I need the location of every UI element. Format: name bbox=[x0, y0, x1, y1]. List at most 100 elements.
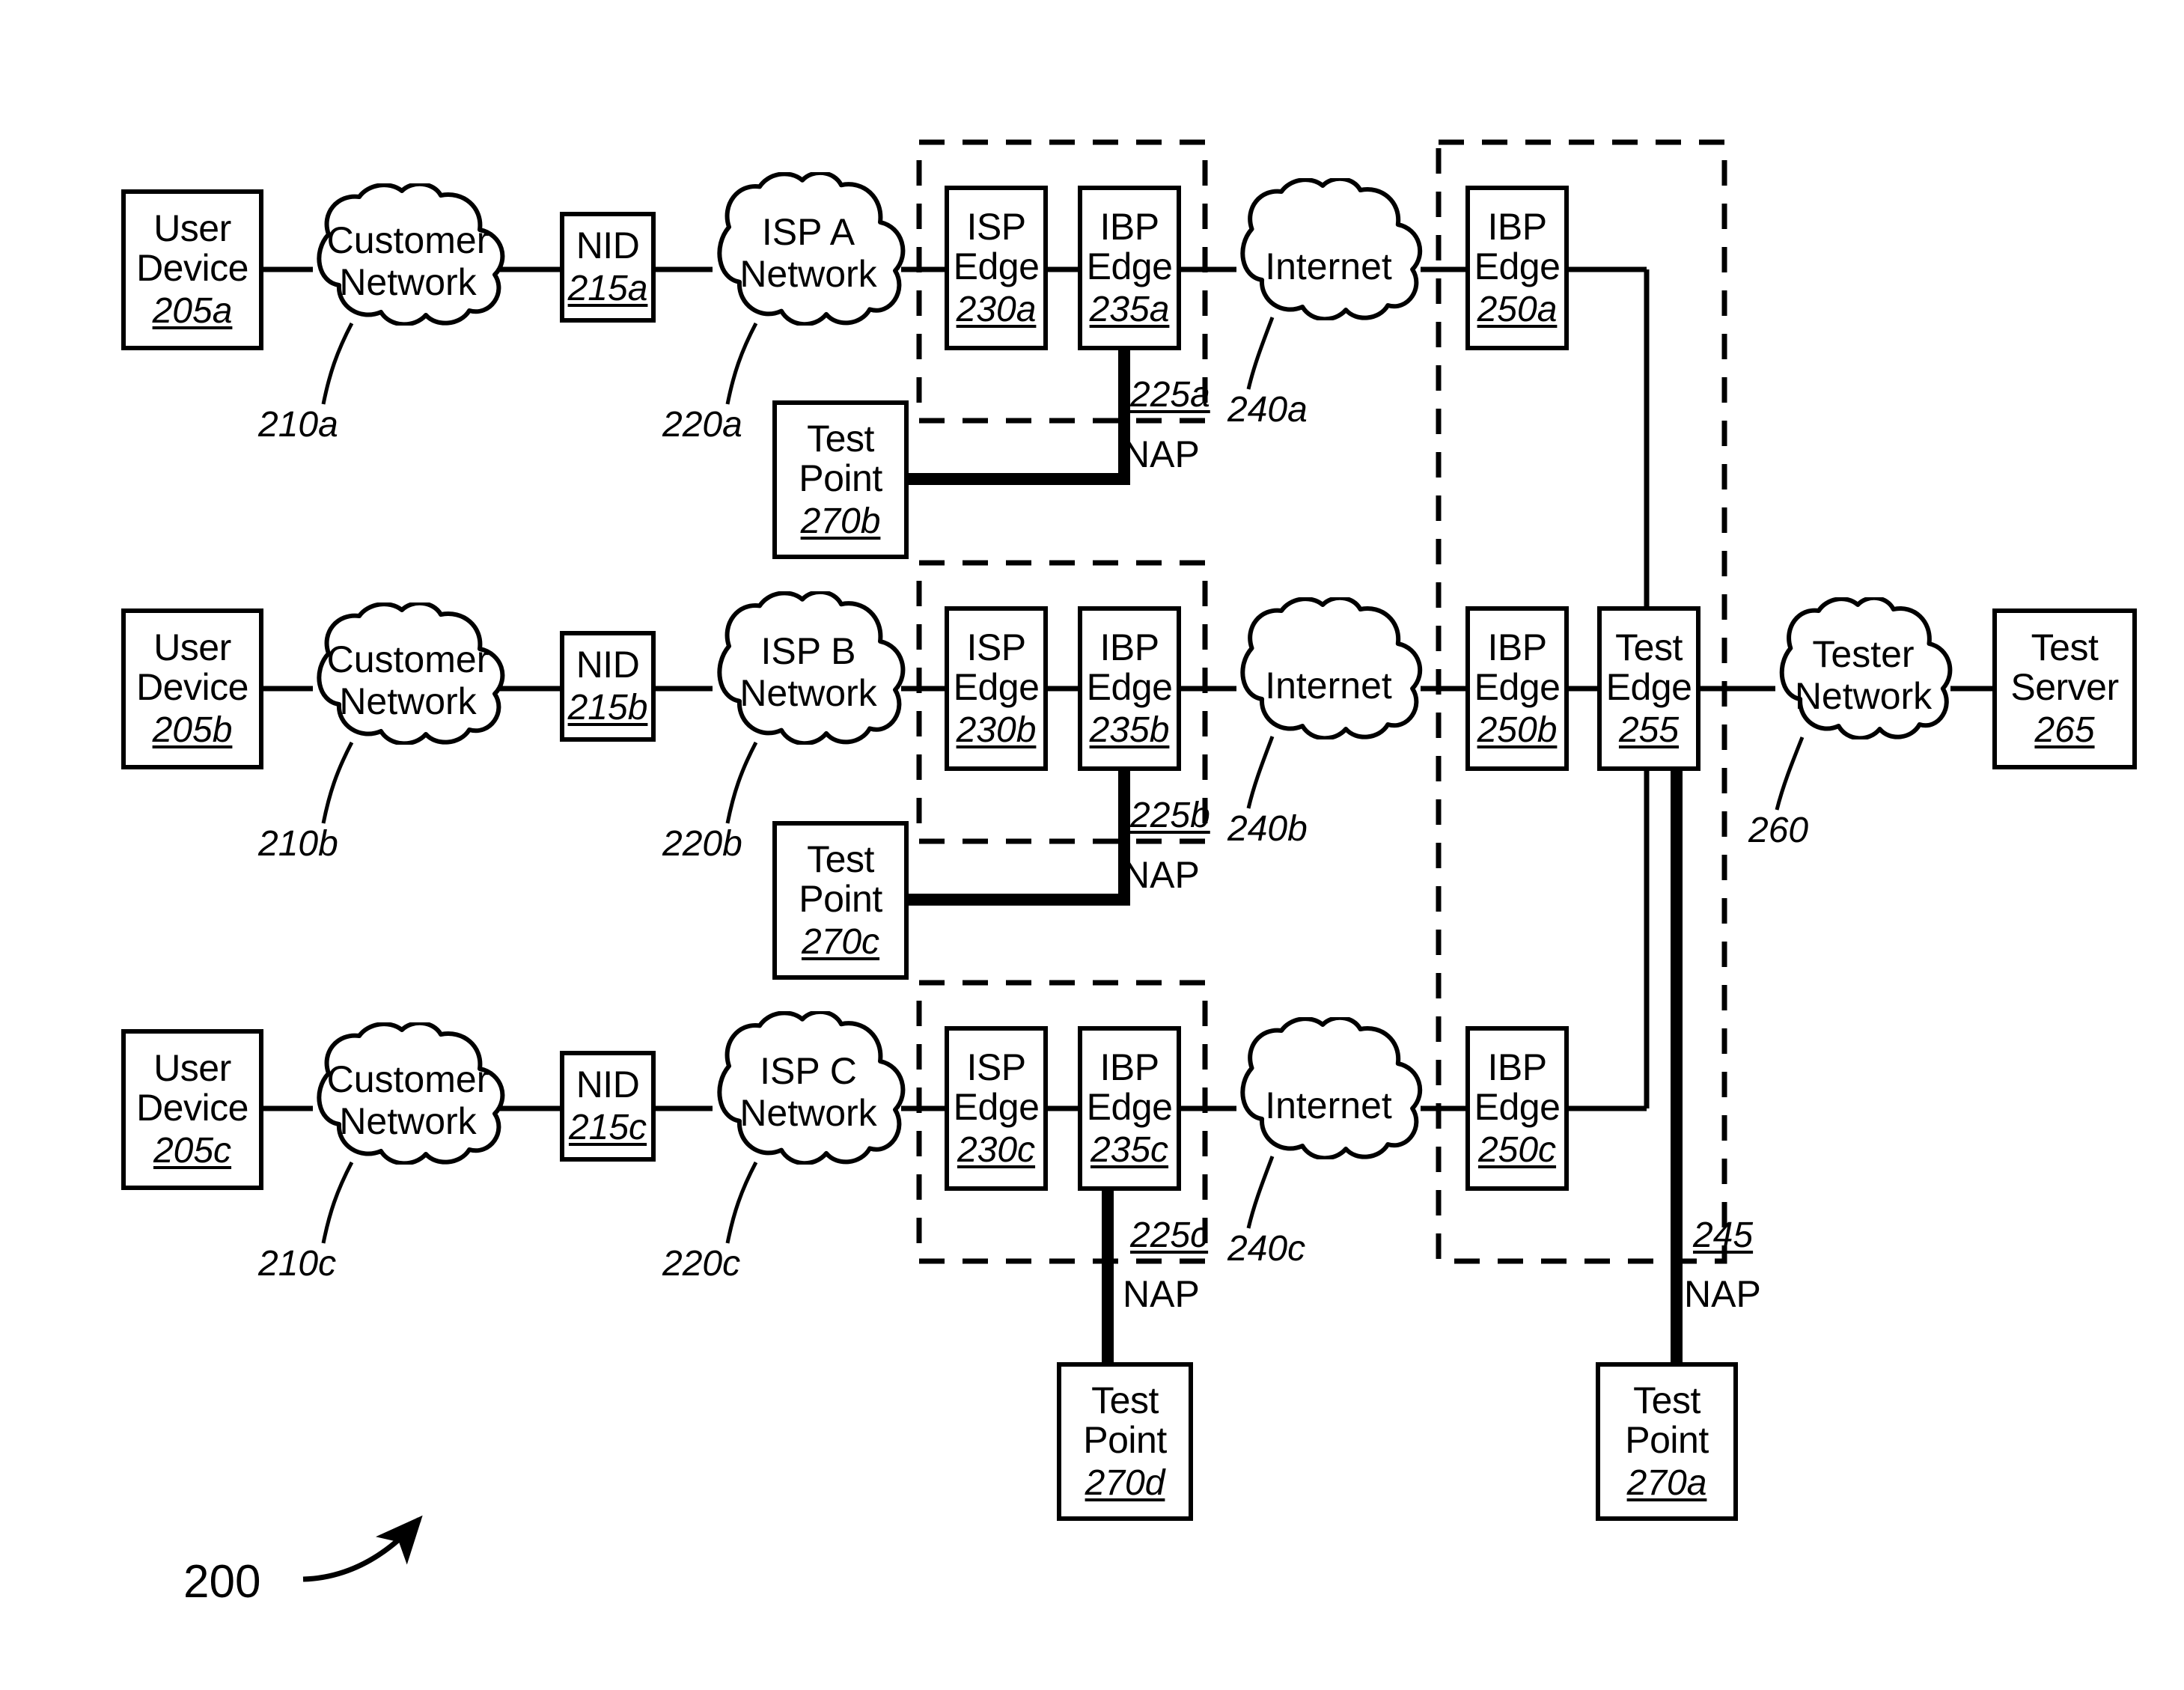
ibp-edge-box-c[interactable]: IBP Edge 235c bbox=[1078, 1026, 1181, 1191]
test-point-box-270a[interactable]: Test Point 270a bbox=[1596, 1362, 1738, 1521]
figure-number-leader-arrow bbox=[302, 1515, 423, 1582]
internet-cloud-b[interactable]: Internet bbox=[1220, 597, 1437, 739]
ibp-edge-box-a[interactable]: IBP Edge 235a bbox=[1078, 186, 1181, 350]
test-point-label-270b: Test Point bbox=[799, 417, 882, 499]
user-device-label-b: User Device bbox=[136, 626, 248, 709]
isp-network-label-b: ISP B Network bbox=[739, 630, 877, 714]
test-server-label: Test Server bbox=[2010, 626, 2119, 709]
ibp-edge-right-label-a: IBP Edge bbox=[1474, 205, 1561, 287]
nid-label-a: NID bbox=[576, 225, 640, 267]
internet-ref-a: 240a bbox=[1227, 390, 1308, 430]
customer-network-cloud-b[interactable]: Customer Network bbox=[296, 603, 520, 745]
isp-network-ref-a: 220a bbox=[662, 405, 742, 445]
ibp-edge-right-ref-a: 250a bbox=[1477, 289, 1558, 329]
nap-left-ref-c: 225c bbox=[1130, 1215, 1209, 1255]
ibp-edge-right-box-a[interactable]: IBP Edge 250a bbox=[1465, 186, 1569, 350]
test-point-label-270d: Test Point bbox=[1083, 1379, 1167, 1461]
nap-left-ref-b: 225b bbox=[1130, 796, 1210, 835]
customer-network-ref-a: 210a bbox=[258, 405, 338, 445]
customer-network-ref-b: 210b bbox=[258, 824, 338, 864]
internet-ref-c: 240c bbox=[1227, 1229, 1306, 1269]
isp-network-label-c: ISP C Network bbox=[739, 1050, 877, 1134]
isp-edge-label-a: ISP Edge bbox=[953, 205, 1040, 287]
ibp-edge-right-box-b[interactable]: IBP Edge 250b bbox=[1465, 606, 1569, 771]
nap-caption-row-b: NAP bbox=[1123, 854, 1200, 896]
test-server-box[interactable]: Test Server 265 bbox=[1992, 608, 2137, 769]
nid-box-c[interactable]: NID 215c bbox=[560, 1051, 656, 1162]
nid-box-a[interactable]: NID 215a bbox=[560, 212, 656, 323]
isp-network-label-a: ISP A Network bbox=[739, 211, 877, 295]
test-edge-box[interactable]: Test Edge 255 bbox=[1597, 606, 1700, 771]
internet-ref-b: 240b bbox=[1227, 809, 1308, 849]
isp-edge-box-a[interactable]: ISP Edge 230a bbox=[945, 186, 1048, 350]
customer-network-cloud-a[interactable]: Customer Network bbox=[296, 183, 520, 326]
ibp-edge-label-a: IBP Edge bbox=[1086, 205, 1173, 287]
nid-ref-a: 215a bbox=[567, 269, 648, 309]
isp-network-cloud-b[interactable]: ISP B Network bbox=[696, 591, 921, 745]
test-point-label-270c: Test Point bbox=[799, 838, 882, 920]
internet-label-b: Internet bbox=[1265, 665, 1392, 707]
isp-network-cloud-a[interactable]: ISP A Network bbox=[696, 172, 921, 326]
test-edge-label: Test Edge bbox=[1605, 626, 1692, 708]
ibp-edge-right-ref-c: 250c bbox=[1477, 1129, 1557, 1170]
ibp-edge-ref-b: 235b bbox=[1089, 710, 1170, 750]
ibp-edge-box-b[interactable]: IBP Edge 235b bbox=[1078, 606, 1181, 771]
internet-cloud-a[interactable]: Internet bbox=[1220, 178, 1437, 320]
isp-edge-label-c: ISP Edge bbox=[953, 1046, 1040, 1128]
user-device-ref-c: 205c bbox=[153, 1131, 232, 1171]
ibp-edge-ref-a: 235a bbox=[1089, 289, 1170, 329]
patent-figure-200: User Device 205a Customer Network 210a N… bbox=[0, 0, 2184, 1690]
test-point-box-270c[interactable]: Test Point 270c bbox=[772, 821, 909, 980]
nid-label-b: NID bbox=[576, 644, 640, 686]
customer-network-ref-c: 210c bbox=[258, 1244, 337, 1284]
customer-network-label-c: Customer Network bbox=[326, 1058, 489, 1142]
ibp-edge-right-ref-b: 250b bbox=[1477, 710, 1558, 750]
tester-network-ref: 260 bbox=[1748, 811, 1809, 850]
test-point-ref-270b: 270b bbox=[800, 501, 881, 541]
test-server-ref: 265 bbox=[2034, 710, 2095, 751]
ibp-edge-right-label-b: IBP Edge bbox=[1474, 626, 1561, 708]
user-device-box-a[interactable]: User Device 205a bbox=[121, 189, 263, 350]
nid-ref-b: 215b bbox=[567, 688, 648, 728]
isp-edge-label-b: ISP Edge bbox=[953, 626, 1040, 708]
customer-network-label-a: Customer Network bbox=[326, 219, 489, 303]
nap-caption-tester: NAP bbox=[1684, 1273, 1761, 1315]
user-device-label-a: User Device bbox=[136, 207, 248, 290]
nap-right-ref: 245 bbox=[1693, 1215, 1754, 1255]
nap-caption-row-c: NAP bbox=[1123, 1273, 1200, 1315]
test-point-ref-270d: 270d bbox=[1085, 1462, 1165, 1503]
test-point-label-270a: Test Point bbox=[1625, 1379, 1709, 1461]
test-point-box-270b[interactable]: Test Point 270b bbox=[772, 400, 909, 559]
tester-network-label: Tester Network bbox=[1794, 633, 1933, 717]
isp-edge-box-c[interactable]: ISP Edge 230c bbox=[945, 1026, 1048, 1191]
tester-network-cloud[interactable]: Tester Network bbox=[1760, 597, 1966, 739]
nap-caption-row-a: NAP bbox=[1123, 433, 1200, 475]
ibp-edge-right-box-c[interactable]: IBP Edge 250c bbox=[1465, 1026, 1569, 1191]
test-point-ref-270c: 270c bbox=[801, 921, 880, 962]
test-point-box-270d[interactable]: Test Point 270d bbox=[1057, 1362, 1193, 1521]
isp-network-cloud-c[interactable]: ISP C Network bbox=[696, 1011, 921, 1165]
ibp-edge-ref-c: 235c bbox=[1090, 1129, 1169, 1170]
user-device-label-c: User Device bbox=[136, 1047, 248, 1129]
isp-edge-ref-a: 230a bbox=[956, 289, 1037, 329]
ibp-edge-label-c: IBP Edge bbox=[1086, 1046, 1173, 1128]
reference-leader-lines bbox=[321, 317, 1805, 1244]
user-device-box-c[interactable]: User Device 205c bbox=[121, 1029, 263, 1190]
customer-network-cloud-c[interactable]: Customer Network bbox=[296, 1022, 520, 1165]
user-device-box-b[interactable]: User Device 205b bbox=[121, 608, 263, 769]
isp-network-ref-b: 220b bbox=[662, 824, 742, 864]
internet-label-a: Internet bbox=[1265, 245, 1392, 287]
figure-number-label: 200 bbox=[183, 1556, 261, 1608]
nid-label-c: NID bbox=[576, 1064, 640, 1106]
nid-box-b[interactable]: NID 215b bbox=[560, 631, 656, 742]
ibp-edge-right-label-c: IBP Edge bbox=[1474, 1046, 1561, 1128]
test-point-ref-270a: 270a bbox=[1626, 1462, 1707, 1503]
nap-left-ref-a: 225a bbox=[1130, 375, 1210, 415]
customer-network-label-b: Customer Network bbox=[326, 638, 489, 722]
test-edge-ref: 255 bbox=[1618, 710, 1680, 750]
isp-edge-ref-b: 230b bbox=[956, 710, 1037, 750]
isp-network-ref-c: 220c bbox=[662, 1244, 741, 1284]
ibp-edge-label-b: IBP Edge bbox=[1086, 626, 1173, 708]
internet-cloud-c[interactable]: Internet bbox=[1220, 1017, 1437, 1159]
isp-edge-box-b[interactable]: ISP Edge 230b bbox=[945, 606, 1048, 771]
